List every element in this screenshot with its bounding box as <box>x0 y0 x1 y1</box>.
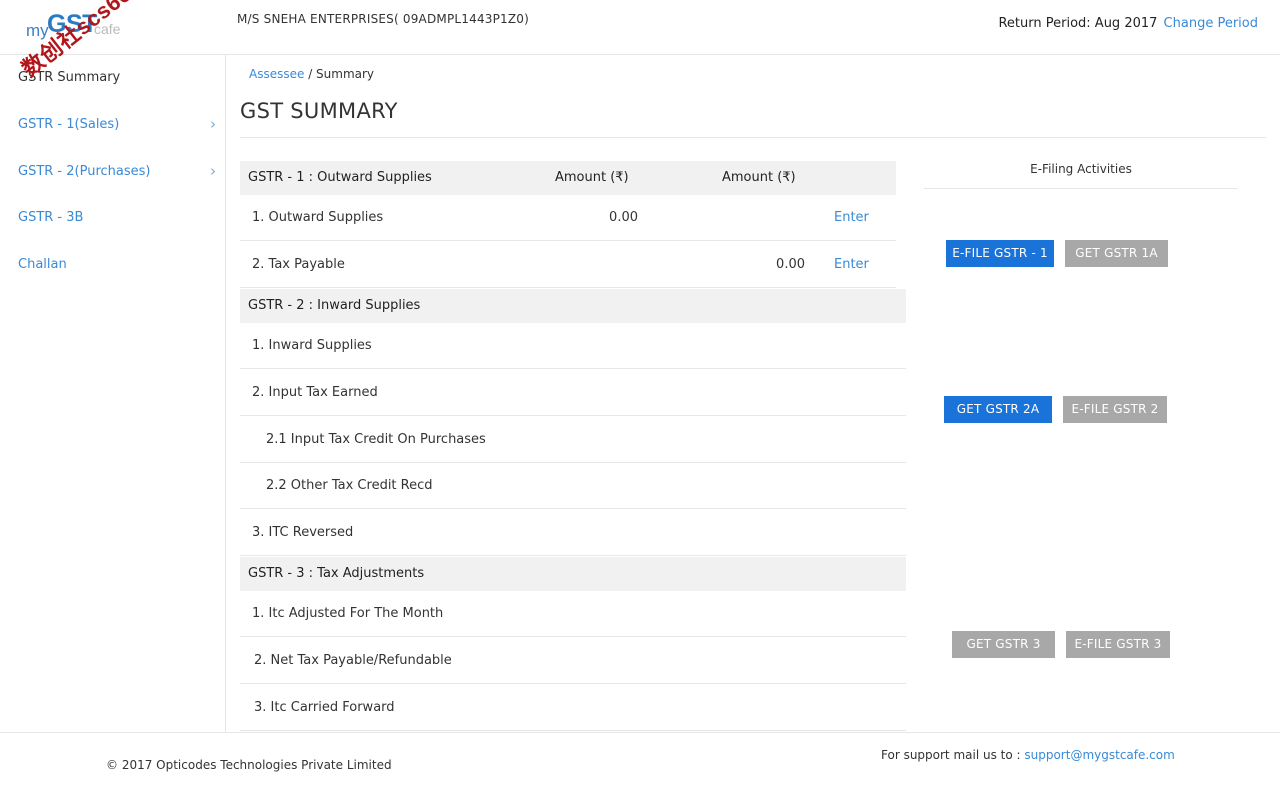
get-gstr2a-button[interactable]: GET GSTR 2A <box>944 396 1052 423</box>
row-label: 3. Itc Carried Forward <box>254 700 395 715</box>
row-label: 1. Outward Supplies <box>252 210 384 225</box>
change-period-link[interactable]: Change Period <box>1164 16 1258 31</box>
title-divider <box>240 137 1266 138</box>
breadcrumb-separator: / <box>304 67 317 81</box>
sidebar-item-gstr3b[interactable]: GSTR - 3B <box>18 206 216 230</box>
sidebar-item-gstr2-purchases[interactable]: GSTR - 2(Purchases) › <box>18 160 216 184</box>
copyright-text: © 2017 Opticodes Technologies Private Li… <box>106 758 392 772</box>
section-header-gstr1: GSTR - 1 : Outward Supplies Amount (₹) A… <box>240 161 896 195</box>
efiling-divider <box>924 188 1238 189</box>
sidebar-item-gstr1-sales[interactable]: GSTR - 1(Sales) › <box>18 113 216 137</box>
table-row: 1. Outward Supplies 0.00 Enter <box>240 195 896 241</box>
breadcrumb-assessee-link[interactable]: Assessee <box>249 67 304 81</box>
efile-gstr2-button[interactable]: E-FILE GSTR 2 <box>1063 396 1167 423</box>
row-amount-1: 0.00 <box>609 210 638 225</box>
table-row: 2. Input Tax Earned <box>240 370 906 416</box>
company-name: M/S SNEHA ENTERPRISES( 09ADMPL1443P1Z0) <box>237 12 530 26</box>
table-row: 2. Net Tax Payable/Refundable <box>240 638 906 684</box>
row-label: 2.2 Other Tax Credit Recd <box>266 478 433 493</box>
breadcrumb-current: Summary <box>316 67 375 81</box>
row-label: 2.1 Input Tax Credit On Purchases <box>266 432 486 447</box>
table-row: 2. Tax Payable 0.00 Enter <box>240 242 896 288</box>
sidebar-item-label: GSTR - 2(Purchases) <box>18 164 151 179</box>
row-label: 3. ITC Reversed <box>252 525 354 540</box>
enter-link[interactable]: Enter <box>834 257 869 272</box>
chevron-right-icon: › <box>210 115 216 133</box>
get-gstr1a-button[interactable]: GET GSTR 1A <box>1065 240 1168 267</box>
support-text: For support mail us to : support@mygstca… <box>881 748 1175 762</box>
get-gstr3-button[interactable]: GET GSTR 3 <box>952 631 1055 658</box>
return-period: Return Period: Aug 2017 Change Period <box>998 16 1258 31</box>
row-label: 2. Tax Payable <box>252 257 345 272</box>
table-row: 2.1 Input Tax Credit On Purchases <box>240 417 906 463</box>
footer: © 2017 Opticodes Technologies Private Li… <box>0 732 1280 800</box>
efile-gstr1-button[interactable]: E-FILE GSTR - 1 <box>946 240 1054 267</box>
sidebar-item-label: GSTR - 3B <box>18 210 84 225</box>
row-label: 2. Input Tax Earned <box>252 385 378 400</box>
section-header-gstr2: GSTR - 2 : Inward Supplies <box>240 289 906 323</box>
section-header-gstr3: GSTR - 3 : Tax Adjustments <box>240 557 906 591</box>
section-title: GSTR - 1 : Outward Supplies <box>248 170 432 185</box>
table-row: 3. Itc Carried Forward <box>240 685 906 731</box>
table-row: 2.2 Other Tax Credit Recd <box>240 463 906 509</box>
efiling-activities-title: E-Filing Activities <box>1030 162 1132 176</box>
top-header: my GST cafe M/S SNEHA ENTERPRISES( 09ADM… <box>0 0 1280 55</box>
row-label: 1. Itc Adjusted For The Month <box>252 606 444 621</box>
breadcrumb: Assessee / Summary <box>249 67 374 81</box>
column-header-amount-2: Amount (₹) <box>722 170 796 185</box>
support-email-link[interactable]: support@mygstcafe.com <box>1024 748 1174 762</box>
table-row: 3. ITC Reversed <box>240 510 906 556</box>
table-row: 1. Inward Supplies <box>240 323 906 369</box>
table-row: 1. Itc Adjusted For The Month <box>240 591 906 637</box>
page-title: GST SUMMARY <box>240 99 398 123</box>
return-period-label: Return Period: Aug 2017 <box>998 16 1158 31</box>
section-title: GSTR - 3 : Tax Adjustments <box>248 566 425 581</box>
section-title: GSTR - 2 : Inward Supplies <box>248 298 421 313</box>
column-header-amount-1: Amount (₹) <box>555 170 629 185</box>
row-label: 1. Inward Supplies <box>252 338 372 353</box>
sidebar-item-challan[interactable]: Challan <box>18 253 216 277</box>
chevron-right-icon: › <box>210 162 216 180</box>
efile-gstr3-button[interactable]: E-FILE GSTR 3 <box>1066 631 1170 658</box>
sidebar-item-label: Challan <box>18 257 67 272</box>
row-amount-2: 0.00 <box>776 257 805 272</box>
row-label: 2. Net Tax Payable/Refundable <box>254 653 452 668</box>
enter-link[interactable]: Enter <box>834 210 869 225</box>
sidebar-item-label: GSTR - 1(Sales) <box>18 117 120 132</box>
sidebar: GSTR Summary GSTR - 1(Sales) › GSTR - 2(… <box>0 55 226 732</box>
support-label: For support mail us to : <box>881 748 1025 762</box>
